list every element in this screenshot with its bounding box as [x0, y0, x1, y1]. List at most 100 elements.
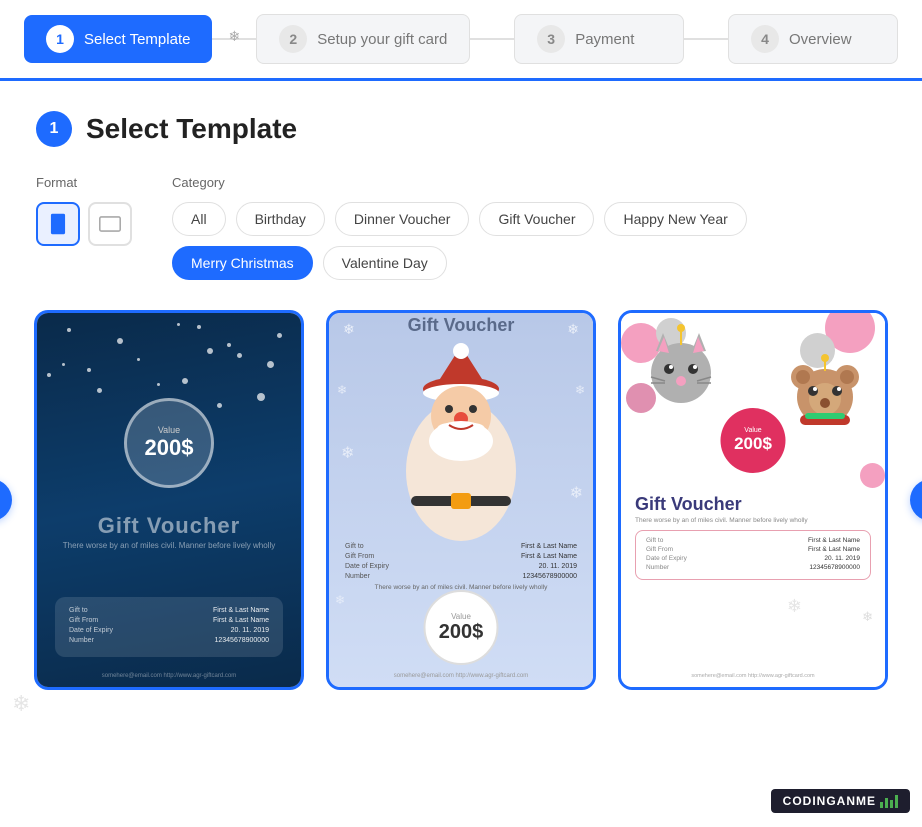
step-4[interactable]: 4 Overview — [728, 14, 898, 64]
card-1-key-3: Number — [69, 637, 94, 644]
brand-name: CODINGANME — [783, 794, 876, 808]
template-card-1[interactable]: Value 200$ Gift Voucher There worse by a… — [34, 310, 304, 690]
cat-illustration — [641, 323, 721, 413]
chip-birthday[interactable]: Birthday — [236, 202, 325, 236]
step-3-label: Payment — [575, 31, 634, 48]
card-2-key-3: Number — [345, 573, 370, 580]
card-2-footer: somehere@email.com http://www.agr-giftca… — [329, 673, 593, 679]
card-3-footer: somehere@email.com http://www.agr-giftca… — [621, 673, 885, 679]
category-label: Category — [172, 175, 886, 190]
card-2-key-1: Gift From — [345, 553, 374, 560]
card-3-value-badge: Value 200$ — [721, 408, 786, 473]
card-1-val-0: First & Last Name — [213, 607, 269, 614]
chip-merry-christmas[interactable]: Merry Christmas — [172, 246, 313, 280]
page-title-badge: 1 — [36, 111, 72, 147]
step-1[interactable]: 1 Select Template — [24, 15, 212, 63]
card-2-val-0: First & Last Name — [521, 543, 577, 550]
card-1-key-2: Date of Expiry — [69, 627, 113, 634]
chip-happy-new-year[interactable]: Happy New Year — [604, 202, 746, 236]
brand-bar-4 — [895, 795, 898, 808]
step-3-number: 3 — [537, 25, 565, 53]
chip-dinner-voucher[interactable]: Dinner Voucher — [335, 202, 470, 236]
template-card-2[interactable]: ❄ ❄ ❄ ❄ ❄ ❄ ❄ — [326, 310, 596, 690]
landscape-icon — [99, 213, 121, 235]
card-2-key-2: Date of Expiry — [345, 563, 389, 570]
card-1-row-2: Date of Expiry 20. 11. 2019 — [69, 627, 269, 634]
card-2-value-label: Value — [451, 612, 471, 621]
chip-gift-voucher[interactable]: Gift Voucher — [479, 202, 594, 236]
card-1-footer: somehere@email.com http://www.agr-giftca… — [37, 673, 301, 679]
chip-valentine-day[interactable]: Valentine Day — [323, 246, 447, 280]
cards-section: ‹ — [36, 310, 886, 690]
portrait-icon — [47, 213, 69, 235]
card-1-key-1: Gift From — [69, 617, 98, 624]
format-label: Format — [36, 175, 132, 190]
card-2-row-3: Number 12345678900000 — [345, 573, 577, 580]
card-3-val-2: 20. 11. 2019 — [824, 555, 860, 562]
format-buttons — [36, 202, 132, 246]
card-2-val-3: 12345678900000 — [522, 573, 577, 580]
card-2-row-2: Date of Expiry 20. 11. 2019 — [345, 563, 577, 570]
category-chips: All Birthday Dinner Voucher Gift Voucher… — [172, 202, 886, 280]
card-3-snowflake: ❄ — [862, 609, 873, 625]
card-3-key-1: Gift From — [646, 546, 673, 553]
template-card-3[interactable]: Value 200$ Gift Voucher There worse by a… — [618, 310, 888, 690]
step-2-number: 2 — [279, 25, 307, 53]
card-3-bg: Value 200$ Gift Voucher There worse by a… — [621, 313, 885, 687]
card-2-row-0: Gift to First & Last Name — [345, 543, 577, 550]
card-1-value-label: Value — [158, 425, 180, 435]
format-filter: Format — [36, 175, 132, 246]
card-3-subtitle: There worse by an of miles civil. Manner… — [635, 517, 871, 524]
card-2-val-1: First & Last Name — [521, 553, 577, 560]
card-3-val-1: First & Last Name — [808, 546, 860, 553]
card-3-row-1: Gift From First & Last Name — [646, 546, 860, 553]
brand-badge: CODINGANME — [771, 789, 910, 813]
category-filter: Category All Birthday Dinner Voucher Gif… — [172, 175, 886, 280]
card-3-key-2: Date of Expiry — [646, 555, 687, 562]
next-arrow-button[interactable]: › — [910, 479, 922, 521]
card-1-val-1: First & Last Name — [213, 617, 269, 624]
card-1-val-2: 20. 11. 2019 — [231, 627, 269, 634]
card-2-santa-illustration — [381, 341, 541, 541]
card-1-subtitle: There worse by an of miles civil. Manner… — [37, 541, 301, 550]
step-divider-1: ❄ — [212, 38, 256, 40]
card-1-bg: Value 200$ Gift Voucher There worse by a… — [37, 313, 301, 687]
main-content: 1 Select Template Format Cat — [0, 81, 922, 720]
card-3-val-3: 12345678900000 — [809, 564, 860, 571]
cards-row: ‹ — [36, 310, 886, 690]
card-3-key-0: Gift to — [646, 537, 663, 544]
step-1-number: 1 — [46, 25, 74, 53]
page-title: Select Template — [86, 113, 297, 145]
step-4-number: 4 — [751, 25, 779, 53]
step-4-label: Overview — [789, 31, 852, 48]
polka-5 — [860, 463, 885, 488]
card-3-row-2: Date of Expiry 20. 11. 2019 — [646, 555, 860, 562]
card-1-title: Gift Voucher — [37, 513, 301, 539]
card-3-key-3: Number — [646, 564, 669, 571]
step-2[interactable]: 2 Setup your gift card — [256, 14, 470, 64]
snowflake-decor-1: ❄ — [228, 28, 240, 45]
card-3-badge-label: Value — [744, 427, 761, 434]
step-2-label: Setup your gift card — [317, 31, 447, 48]
chip-all[interactable]: All — [172, 202, 226, 236]
card-1-value-circle: Value 200$ — [124, 398, 214, 488]
card-2-details: Gift to First & Last Name Gift From Firs… — [345, 543, 577, 595]
card-2-inner: ❄ ❄ ❄ ❄ ❄ ❄ ❄ — [329, 313, 593, 687]
card-3-row-3: Number 12345678900000 — [646, 564, 860, 571]
card-1-row-3: Number 12345678900000 — [69, 637, 269, 644]
step-3[interactable]: 3 Payment — [514, 14, 684, 64]
card-3-bottom: Gift Voucher There worse by an of miles … — [621, 488, 885, 586]
card-1-key-0: Gift to — [69, 607, 88, 614]
format-landscape-btn[interactable] — [88, 202, 132, 246]
card-2-key-0: Gift to — [345, 543, 364, 550]
format-portrait-btn[interactable] — [36, 202, 80, 246]
prev-arrow-button[interactable]: ‹ — [0, 479, 12, 521]
brand-bars — [880, 794, 898, 808]
card-1-inner: Value 200$ Gift Voucher There worse by a… — [37, 313, 301, 687]
card-3-row-0: Gift to First & Last Name — [646, 537, 860, 544]
brand-bar-2 — [885, 798, 888, 808]
stepper: 1 Select Template ❄ 2 Setup your gift ca… — [0, 0, 922, 81]
brand-bar-1 — [880, 802, 883, 808]
filters-row: Format Category All Birthday — [36, 175, 886, 280]
card-2-value: 200$ — [439, 621, 484, 644]
